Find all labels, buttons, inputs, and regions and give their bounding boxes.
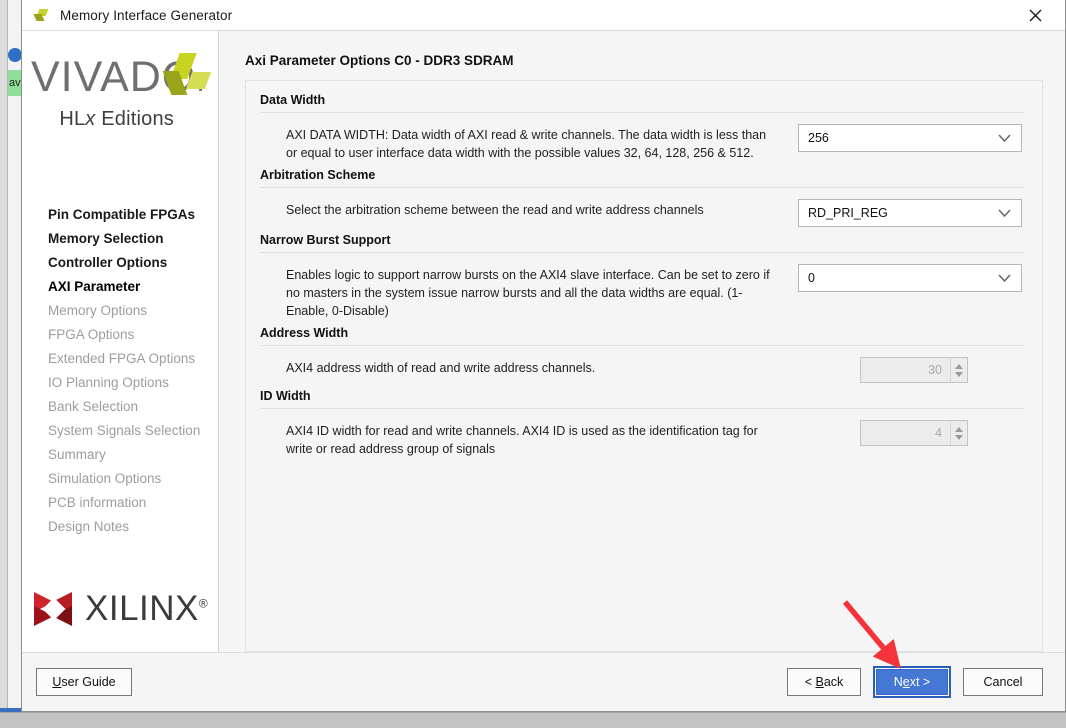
- dialog-body: VIVADO. HLx Editions Pin Compatible FPGA…: [22, 31, 1065, 652]
- sidebar-item-summary: Summary: [48, 447, 106, 462]
- dialog-title: Memory Interface Generator: [60, 7, 233, 23]
- address-width-value: 30: [928, 363, 942, 377]
- next-button[interactable]: Next >: [876, 669, 948, 695]
- sidebar-item-controller-options[interactable]: Controller Options: [22, 251, 218, 275]
- section-title-address-width: Address Width: [260, 326, 1024, 346]
- user-guide-button[interactable]: User Guide: [36, 668, 132, 696]
- vivado-leaf-icon: [33, 6, 51, 24]
- chevron-down-icon: [998, 271, 1011, 285]
- id-width-spinner: 4: [860, 420, 968, 446]
- xilinx-word-text: XILINX: [85, 589, 199, 628]
- section-description-address-width: AXI4 address width of read and write add…: [286, 361, 596, 375]
- cancel-button[interactable]: Cancel: [963, 668, 1043, 696]
- narrow-burst-support-value: 0: [808, 271, 815, 285]
- xilinx-wordmark: XILINX®: [85, 589, 208, 629]
- vivado-subtitle-suffix: Editions: [95, 108, 174, 130]
- dialog-footer: User Guide < Back Next > Cancel: [22, 652, 1065, 711]
- sidebar-item-simulation-options: Simulation Options: [48, 471, 162, 486]
- narrow-burst-support-dropdown[interactable]: 0: [798, 264, 1022, 292]
- section-description-id-width: AXI4 ID width for read and write channel…: [286, 424, 758, 456]
- control-column-id-width: 4: [798, 420, 1024, 446]
- background-app-icon: [8, 48, 22, 62]
- vivado-subtitle: HLx Editions: [22, 108, 218, 131]
- control-column-data-width: 256: [798, 124, 1024, 152]
- sidebar-item-pcb-information: PCB information: [48, 495, 147, 510]
- data-width-value: 256: [808, 131, 829, 145]
- sidebar-item-design-notes: Design Notes: [48, 519, 130, 534]
- vivado-logo: VIVADO. HLx Editions: [22, 31, 218, 146]
- chevron-down-icon: [998, 131, 1011, 145]
- memory-interface-generator-dialog: Memory Interface Generator VIVADO. HLx E…: [21, 0, 1066, 712]
- sidebar-item-system-signals-selection: System Signals Selection: [48, 423, 201, 438]
- section-row-arbitration-scheme: Select the arbitration scheme between th…: [260, 188, 1024, 233]
- user-guide-label-rest: ser Guide: [61, 675, 116, 689]
- section-row-narrow-burst-support: Enables logic to support narrow bursts o…: [260, 253, 1024, 326]
- dialog-titlebar: Memory Interface Generator: [22, 0, 1065, 31]
- vivado-subtitle-prefix: HL: [59, 108, 86, 130]
- section-row-id-width: AXI4 ID width for read and write channel…: [260, 409, 1024, 471]
- spinner-arrows-icon: [950, 358, 967, 382]
- address-width-spinner: 30: [860, 357, 968, 383]
- background-left-scrollbar: [0, 0, 8, 712]
- close-icon[interactable]: [1013, 0, 1057, 31]
- section-description-narrow-burst-support: Enables logic to support narrow bursts o…: [286, 268, 770, 318]
- background-taskbar: [0, 712, 1066, 728]
- sidebar-item-io-planning-options: IO Planning Options: [48, 375, 169, 390]
- control-column-address-width: 30: [798, 357, 1024, 383]
- sidebar-item-memory-options: Memory Options: [48, 303, 148, 318]
- sidebar-item-bank-selection: Bank Selection: [48, 399, 139, 414]
- control-column-arbitration-scheme: RD_PRI_REG: [798, 199, 1024, 227]
- arbitration-scheme-value: RD_PRI_REG: [808, 206, 888, 220]
- section-row-address-width: AXI4 address width of read and write add…: [260, 346, 1024, 389]
- section-title-narrow-burst-support: Narrow Burst Support: [260, 233, 1024, 253]
- options-panel: Data Width AXI DATA WIDTH: Data width of…: [245, 80, 1043, 652]
- arbitration-scheme-dropdown[interactable]: RD_PRI_REG: [798, 199, 1022, 227]
- xilinx-logo: XILINX®: [22, 574, 218, 652]
- sidebar-item-pin-compatible-fpgas[interactable]: Pin Compatible FPGAs: [22, 203, 218, 227]
- back-button[interactable]: < Back: [787, 668, 861, 696]
- next-button-focus-ring: Next >: [873, 666, 951, 698]
- id-width-value: 4: [935, 426, 942, 440]
- sidebar-item-extended-fpga-options: Extended FPGA Options: [48, 351, 196, 366]
- xilinx-registered-mark: ®: [198, 596, 209, 611]
- sidebar: VIVADO. HLx Editions Pin Compatible FPGA…: [22, 31, 219, 652]
- section-description-data-width: AXI DATA WIDTH: Data width of AXI read &…: [286, 128, 767, 160]
- section-title-arbitration-scheme: Arbitration Scheme: [260, 168, 1024, 188]
- section-title-id-width: ID Width: [260, 389, 1024, 409]
- main-content: Axi Parameter Options C0 - DDR3 SDRAM Da…: [219, 31, 1065, 652]
- vivado-subtitle-italic: x: [85, 108, 96, 130]
- section-description-arbitration-scheme: Select the arbitration scheme between th…: [286, 203, 704, 217]
- control-column-narrow-burst-support: 0: [798, 264, 1024, 292]
- sidebar-item-axi-parameter[interactable]: AXI Parameter: [22, 275, 218, 299]
- spinner-arrows-icon: [950, 421, 967, 445]
- background-left-strip: [0, 0, 22, 712]
- sidebar-item-memory-selection[interactable]: Memory Selection: [22, 227, 218, 251]
- page-title: Axi Parameter Options C0 - DDR3 SDRAM: [245, 53, 514, 68]
- data-width-dropdown[interactable]: 256: [798, 124, 1022, 152]
- xilinx-x-icon: [34, 589, 74, 629]
- chevron-down-icon: [998, 206, 1011, 220]
- vivado-diamond-icon: [162, 53, 212, 99]
- section-title-data-width: Data Width: [260, 93, 1024, 113]
- section-row-data-width: AXI DATA WIDTH: Data width of AXI read &…: [260, 113, 1024, 168]
- sidebar-nav: Pin Compatible FPGAs Memory Selection Co…: [22, 146, 218, 574]
- sidebar-item-fpga-options: FPGA Options: [48, 327, 135, 342]
